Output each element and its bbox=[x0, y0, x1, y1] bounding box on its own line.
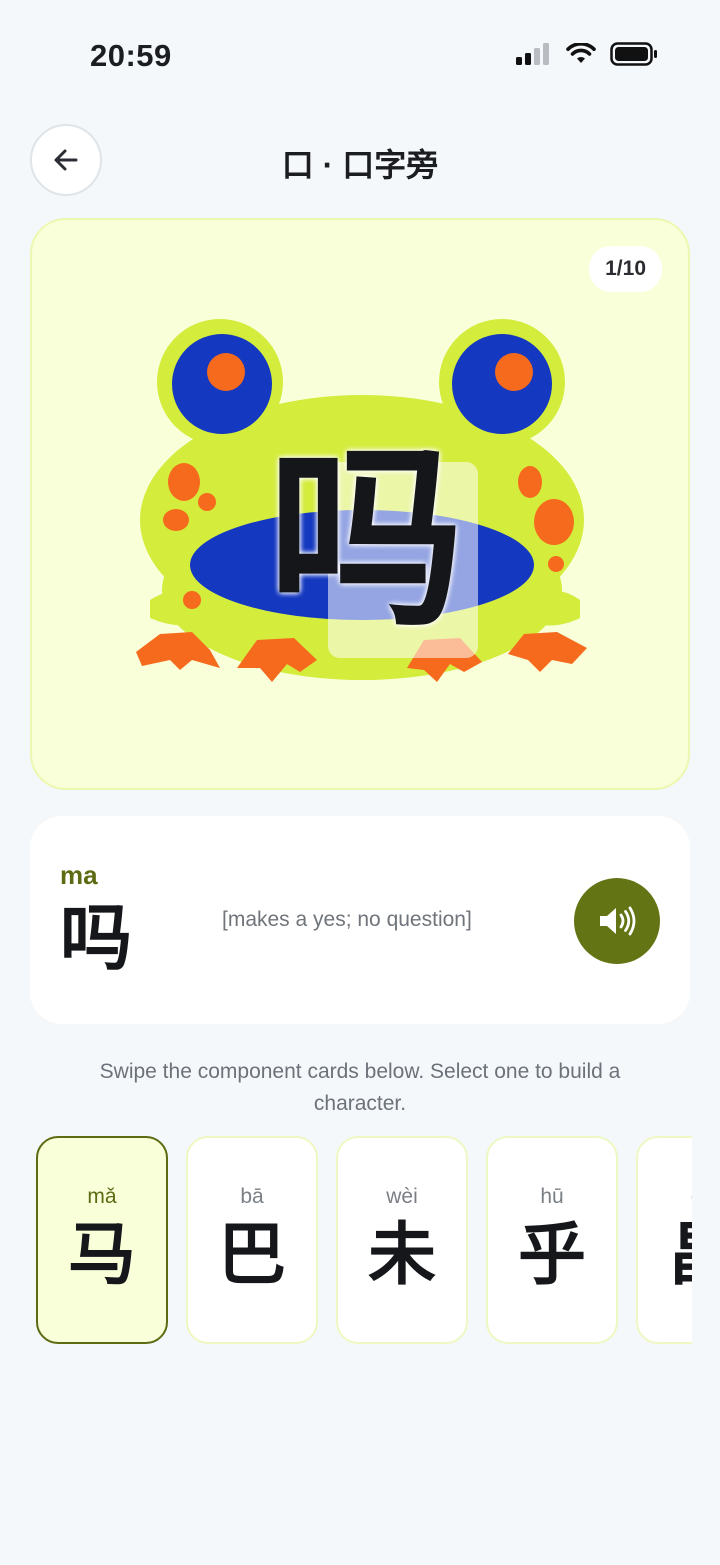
wifi-icon bbox=[566, 43, 596, 63]
component-pinyin: bā bbox=[240, 1185, 264, 1208]
component-pinyin: wèi bbox=[386, 1185, 418, 1208]
hero-character: 吗 bbox=[268, 426, 465, 654]
character-info-card: ma 吗 [makes a yes; no question] bbox=[30, 816, 690, 1024]
character-pinyin: ma bbox=[60, 860, 98, 890]
component-card-hu[interactable]: hū 乎 bbox=[486, 1136, 618, 1344]
component-card-ba[interactable]: bā 巴 bbox=[186, 1136, 318, 1344]
component-character: 乎 bbox=[517, 1216, 586, 1295]
character-glyph: 吗 bbox=[60, 896, 133, 980]
component-pinyin: ch bbox=[638, 1185, 692, 1209]
component-character: 未 bbox=[367, 1216, 436, 1295]
component-character: 马 bbox=[67, 1216, 136, 1295]
component-character: 巴 bbox=[217, 1216, 286, 1295]
cellular-signal-icon bbox=[516, 43, 549, 65]
progress-counter-badge: 1/10 bbox=[589, 246, 662, 292]
screen: 20:59 口 · 口字旁 吗 1/10 ma 吗 [makes a yes; … bbox=[0, 0, 720, 1565]
speaker-icon bbox=[600, 906, 636, 936]
component-card-ma[interactable]: mǎ 马 bbox=[36, 1136, 168, 1344]
component-card-chang[interactable]: ch 昌 bbox=[636, 1136, 692, 1344]
component-character: 昌 bbox=[638, 1222, 692, 1290]
play-audio-button[interactable] bbox=[574, 878, 660, 964]
page-title: 口 · 口字旁 bbox=[281, 147, 439, 183]
component-card-wei[interactable]: wèi 未 bbox=[336, 1136, 468, 1344]
component-pinyin: hū bbox=[540, 1185, 564, 1208]
instruction-text: Swipe the component cards below. Select … bbox=[99, 1060, 621, 1115]
hero-card: 吗 1/10 bbox=[30, 218, 690, 790]
status-time: 20:59 bbox=[90, 38, 172, 73]
status-icons bbox=[516, 42, 658, 66]
component-pinyin: mǎ bbox=[87, 1185, 117, 1208]
battery-icon bbox=[610, 42, 657, 66]
component-cards-carousel[interactable]: mǎ 马 bā 巴 wèi 未 hū 乎 ch 昌 bbox=[36, 1136, 692, 1348]
character-meaning: [makes a yes; no question] bbox=[222, 908, 472, 931]
